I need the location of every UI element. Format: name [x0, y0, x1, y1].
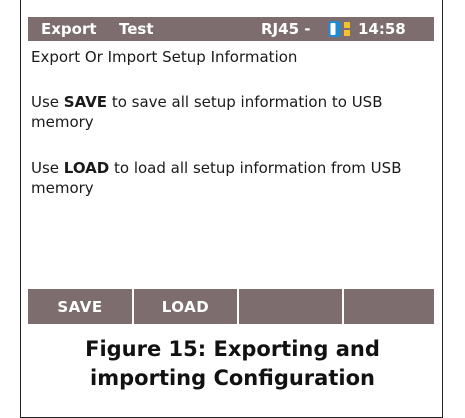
test-label: Test	[119, 20, 154, 38]
clock-time: 14:58	[358, 20, 406, 38]
caption-line-1: Figure 15: Exporting and	[85, 337, 380, 361]
softkey-3[interactable]	[239, 289, 344, 324]
softkey-4[interactable]	[344, 289, 434, 324]
title-bar: Export Test RJ45 - 14:58	[28, 17, 434, 41]
device-screen: Export Test RJ45 - 14:58 Export Or Impor…	[28, 17, 434, 324]
softkey-bar: SAVE LOAD	[28, 289, 434, 324]
save-keyword: SAVE	[63, 93, 108, 111]
save-instruction-pre: Use	[31, 93, 64, 111]
figure-caption: Figure 15: Exporting and importing Confi…	[21, 335, 444, 393]
load-instruction-pre: Use	[31, 159, 64, 177]
mode-label: Export	[41, 20, 97, 38]
port-label: RJ45 -	[261, 20, 311, 38]
load-softkey[interactable]: LOAD	[134, 289, 239, 324]
figure-frame: Export Test RJ45 - 14:58 Export Or Impor…	[20, 0, 443, 418]
load-keyword: LOAD	[63, 159, 110, 177]
battery-icon	[328, 21, 341, 37]
page-heading: Export Or Import Setup Information	[31, 48, 298, 66]
save-softkey[interactable]: SAVE	[28, 289, 134, 324]
battery-level-dots-icon	[344, 22, 350, 36]
caption-line-2: importing Configuration	[90, 366, 375, 390]
load-instruction: Use LOAD to load all setup information f…	[31, 158, 431, 198]
save-instruction: Use SAVE to save all setup information t…	[31, 92, 431, 132]
